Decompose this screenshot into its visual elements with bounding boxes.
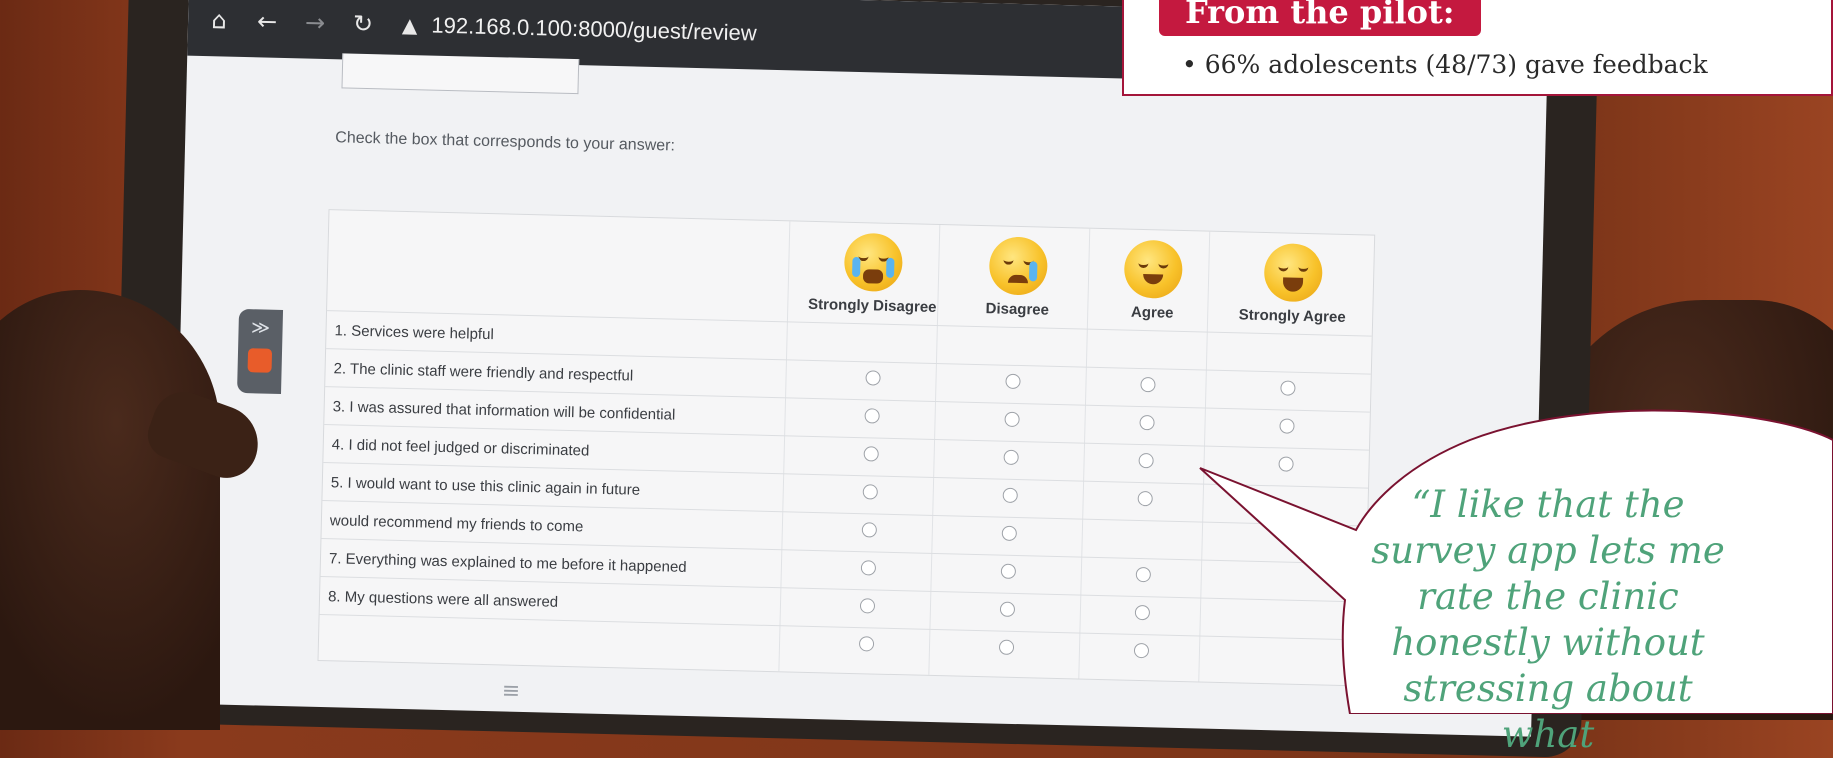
column-label: Strongly Disagree [807,295,937,316]
survey-instruction: Check the box that corresponds to your a… [335,129,676,155]
pilot-callout-header: From the pilot: [1155,0,1485,40]
column-strongly-agree: Strongly Agree [1217,242,1369,327]
back-arrow-icon[interactable]: ← [250,7,285,36]
radio-strongly-disagree[interactable] [858,636,875,652]
column-strongly-disagree: Strongly Disagree [807,232,939,316]
radio-disagree[interactable] [998,639,1015,655]
radio-disagree[interactable] [1004,411,1020,428]
warning-icon: ▲ [401,12,418,38]
radio-strongly-disagree[interactable] [863,446,879,462]
radio-agree[interactable] [1135,566,1152,583]
pilot-callout-title: From the pilot: [1185,0,1455,31]
smiling-face-icon [1123,239,1184,299]
menu-icon[interactable]: ≡ [502,678,521,703]
radio-disagree[interactable] [1000,563,1017,579]
quote-line: honestly without [1391,621,1705,664]
radio-agree[interactable] [1133,642,1150,659]
radio-agree[interactable] [1134,604,1151,621]
url-text: 192.168.0.100:8000/guest/review [431,12,758,46]
question-label: 3. I was assured that information will b… [332,397,676,424]
column-label: Agree [1130,303,1174,322]
radio-strongly-disagree[interactable] [862,484,878,500]
reload-icon[interactable]: ↻ [346,9,381,38]
address-bar[interactable]: ▲ 192.168.0.100:8000/guest/review [402,12,757,47]
app-icon[interactable] [247,348,273,373]
side-app-tab[interactable]: ≫ [237,308,284,394]
grinning-face-icon [1263,242,1323,303]
radio-strongly-disagree[interactable] [860,560,877,576]
radio-disagree[interactable] [1003,449,1019,466]
forward-arrow-icon[interactable]: → [298,8,333,37]
radio-agree[interactable] [1138,452,1154,469]
radio-agree[interactable] [1140,376,1156,393]
chevrons-icon[interactable]: ≫ [238,317,282,339]
question-label: 5. I would want to use this clinic again… [330,473,641,499]
quote-line: survey app lets me [1371,529,1725,572]
quote-line: “I like that the [1411,483,1685,526]
question-label: would recommend my friends to come [329,511,584,535]
pilot-feedback-stat: • 66% adolescents (48/73) gave feedback [1182,50,1708,79]
text-input-box[interactable] [341,53,580,95]
radio-agree[interactable] [1137,490,1153,507]
radio-agree[interactable] [1139,414,1155,431]
question-label: 7. Everything was explained to me before… [328,549,687,576]
adolescent-quote: “I like that the survey app lets me rate… [1368,482,1728,758]
column-label: Disagree [985,300,1050,319]
radio-strongly-disagree[interactable] [859,598,876,614]
radio-disagree[interactable] [999,601,1016,617]
column-label: Strongly Agree [1238,306,1346,326]
column-disagree: Disagree [957,236,1079,320]
question-label [319,634,777,645]
question-label: 1. Services were helpful [334,321,494,343]
quote-line: rate the clinic [1417,575,1679,618]
radio-strongly-disagree[interactable] [865,370,881,386]
column-agree: Agree [1097,239,1209,323]
loudly-crying-face-icon [843,232,904,293]
radio-disagree[interactable] [1001,525,1017,542]
question-label: 8. My questions were all answered [327,587,559,611]
left-hand [0,290,220,730]
quote-line: stressing about what [1403,667,1693,756]
question-label: 4. I did not feel judged or discriminate… [331,435,590,460]
radio-disagree[interactable] [1005,373,1021,390]
home-icon[interactable]: ⌂ [202,6,237,35]
radio-disagree[interactable] [1002,487,1018,504]
radio-strongly-agree[interactable] [1280,380,1296,396]
radio-strongly-disagree[interactable] [864,408,880,424]
question-label: 2. The clinic staff were friendly and re… [333,359,634,385]
radio-strongly-disagree[interactable] [861,522,878,538]
sad-face-icon [988,236,1049,296]
